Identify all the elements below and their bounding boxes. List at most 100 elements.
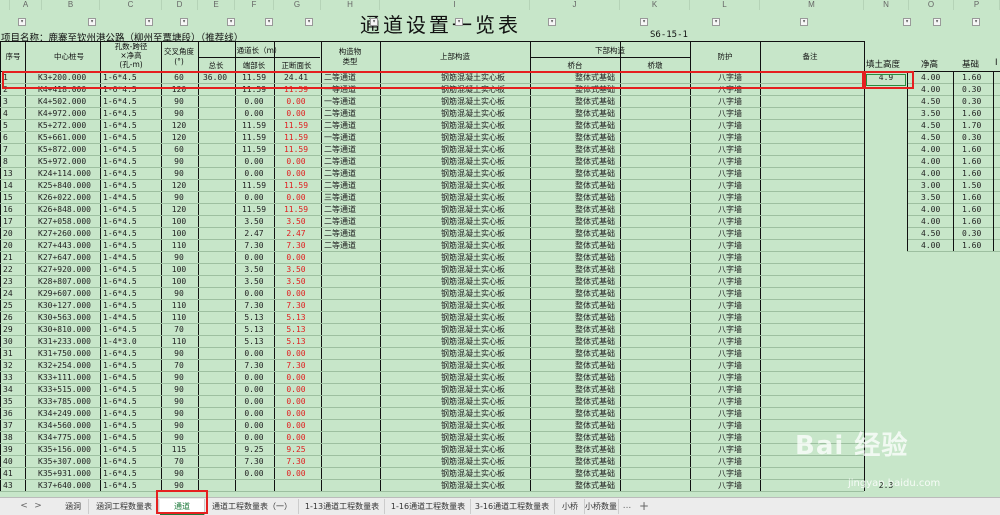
cell-mid[interactable]: 0.00 [236, 108, 272, 120]
cell-net[interactable] [921, 444, 951, 456]
cell-total[interactable] [200, 420, 230, 432]
tab-nav-next[interactable]: > [32, 499, 44, 514]
column-header[interactable]: L [690, 0, 760, 10]
cell-angle[interactable]: 90 [162, 420, 196, 432]
cell-found[interactable]: 0.30 [962, 96, 992, 108]
cell-span[interactable]: 1-6*4.5 [103, 396, 161, 408]
cell-no[interactable]: 16 [3, 204, 23, 216]
cell-abut[interactable]: 整体式基础 [555, 144, 635, 156]
cell-abut[interactable]: 整体式基础 [555, 348, 635, 360]
cell-span[interactable]: 1-6*4.5 [103, 348, 161, 360]
cell-found[interactable] [962, 300, 992, 312]
cell-abut[interactable]: 整体式基础 [555, 180, 635, 192]
cell-type[interactable] [324, 372, 376, 384]
sheet-tab[interactable]: 涵洞 [58, 499, 89, 514]
cell-type[interactable] [324, 396, 376, 408]
cell-found[interactable] [962, 336, 992, 348]
cell-mid[interactable]: 0.00 [236, 252, 272, 264]
cell-fill[interactable] [866, 312, 906, 324]
sheet-tab[interactable]: 小桥 [556, 499, 585, 514]
cell-type[interactable]: 二等通道 [324, 144, 376, 156]
cell-type[interactable]: 二等通道 [324, 216, 376, 228]
cell-protect[interactable]: 八字墙 [710, 456, 750, 468]
cell-no[interactable]: 41 [3, 468, 23, 480]
cell-span[interactable]: 1-6*4.5 [103, 444, 161, 456]
cell-total[interactable] [200, 360, 230, 372]
cell-type[interactable]: 一等通道 [324, 132, 376, 144]
cell-no[interactable]: 35 [3, 396, 23, 408]
cell-station[interactable]: K28+807.000 [38, 276, 98, 288]
cell-no[interactable]: 6 [3, 132, 23, 144]
cell-span[interactable]: 1-6*4.5 [103, 132, 161, 144]
cell-protect[interactable]: 八字墙 [710, 480, 750, 492]
cell-abut[interactable]: 整体式基础 [555, 324, 635, 336]
cell-abut[interactable]: 整体式基础 [555, 396, 635, 408]
cell-type[interactable]: 二等通道 [324, 120, 376, 132]
cell-protect[interactable]: 八字墙 [710, 432, 750, 444]
cell-total[interactable] [200, 444, 230, 456]
cell-net[interactable] [921, 360, 951, 372]
cell-total[interactable] [200, 120, 230, 132]
cell-net[interactable]: 4.50 [921, 132, 951, 144]
cell-net[interactable] [921, 372, 951, 384]
cell-super[interactable]: 钢筋混凝土实心板 [418, 240, 528, 252]
cell-protect[interactable]: 八字墙 [710, 204, 750, 216]
cell-type[interactable] [324, 420, 376, 432]
column-header[interactable]: O [909, 0, 954, 10]
cell-protect[interactable]: 八字墙 [710, 228, 750, 240]
cell-no[interactable]: 33 [3, 372, 23, 384]
cell-found[interactable] [962, 276, 992, 288]
cell-angle[interactable]: 100 [162, 264, 196, 276]
cell-no[interactable]: 32 [3, 360, 23, 372]
cell-net[interactable]: 4.50 [921, 120, 951, 132]
cell-protect[interactable]: 八字墙 [710, 120, 750, 132]
cell-abut[interactable]: 整体式基础 [555, 216, 635, 228]
cell-super[interactable]: 钢筋混凝土实心板 [418, 192, 528, 204]
cell-net[interactable]: 4.50 [921, 228, 951, 240]
cell-fill[interactable] [866, 216, 906, 228]
cell-side[interactable]: 0.00 [276, 252, 316, 264]
cell-fill[interactable] [866, 300, 906, 312]
cell-side[interactable]: 11.59 [276, 180, 316, 192]
cell-station[interactable]: K33+111.000 [38, 372, 98, 384]
cell-protect[interactable]: 八字墙 [710, 192, 750, 204]
cell-fill[interactable] [866, 288, 906, 300]
cell-super[interactable]: 钢筋混凝土实心板 [418, 360, 528, 372]
cell-fill[interactable] [866, 372, 906, 384]
cell-protect[interactable]: 八字墙 [710, 324, 750, 336]
cell-abut[interactable]: 整体式基础 [555, 204, 635, 216]
cell-fill[interactable] [866, 180, 906, 192]
cell-span[interactable]: 1-6*4.5 [103, 204, 161, 216]
cell-span[interactable]: 1-6*4.5 [103, 96, 161, 108]
cell-net[interactable] [921, 288, 951, 300]
cell-type[interactable]: 二等通道 [324, 240, 376, 252]
cell-station[interactable]: K33+515.000 [38, 384, 98, 396]
cell-side[interactable]: 5.13 [276, 312, 316, 324]
cell-span[interactable]: 1-6*4.5 [103, 288, 161, 300]
cell-mid[interactable]: 0.00 [236, 372, 272, 384]
cell-no[interactable]: 34 [3, 384, 23, 396]
cell-found[interactable]: 1.60 [962, 144, 992, 156]
cell-no[interactable]: 36 [3, 408, 23, 420]
cell-net[interactable]: 3.00 [921, 180, 951, 192]
column-header[interactable]: N [864, 0, 909, 10]
column-header[interactable]: E [198, 0, 235, 10]
cell-net[interactable]: 3.50 [921, 108, 951, 120]
cell-protect[interactable]: 八字墙 [710, 420, 750, 432]
cell-protect[interactable]: 八字墙 [710, 300, 750, 312]
cell-found[interactable] [962, 480, 992, 492]
cell-no[interactable]: 7 [3, 144, 23, 156]
cell-fill[interactable] [866, 144, 906, 156]
cell-super[interactable]: 钢筋混凝土实心板 [418, 216, 528, 228]
cell-found[interactable] [962, 456, 992, 468]
cell-mid[interactable]: 11.59 [236, 132, 272, 144]
cell-no[interactable]: 15 [3, 192, 23, 204]
cell-abut[interactable]: 整体式基础 [555, 252, 635, 264]
cell-total[interactable] [200, 336, 230, 348]
cell-net[interactable] [921, 324, 951, 336]
cell-fill[interactable] [866, 96, 906, 108]
cell-total[interactable] [200, 156, 230, 168]
cell-total[interactable] [200, 144, 230, 156]
cell-fill[interactable] [866, 240, 906, 252]
cell-found[interactable] [962, 420, 992, 432]
